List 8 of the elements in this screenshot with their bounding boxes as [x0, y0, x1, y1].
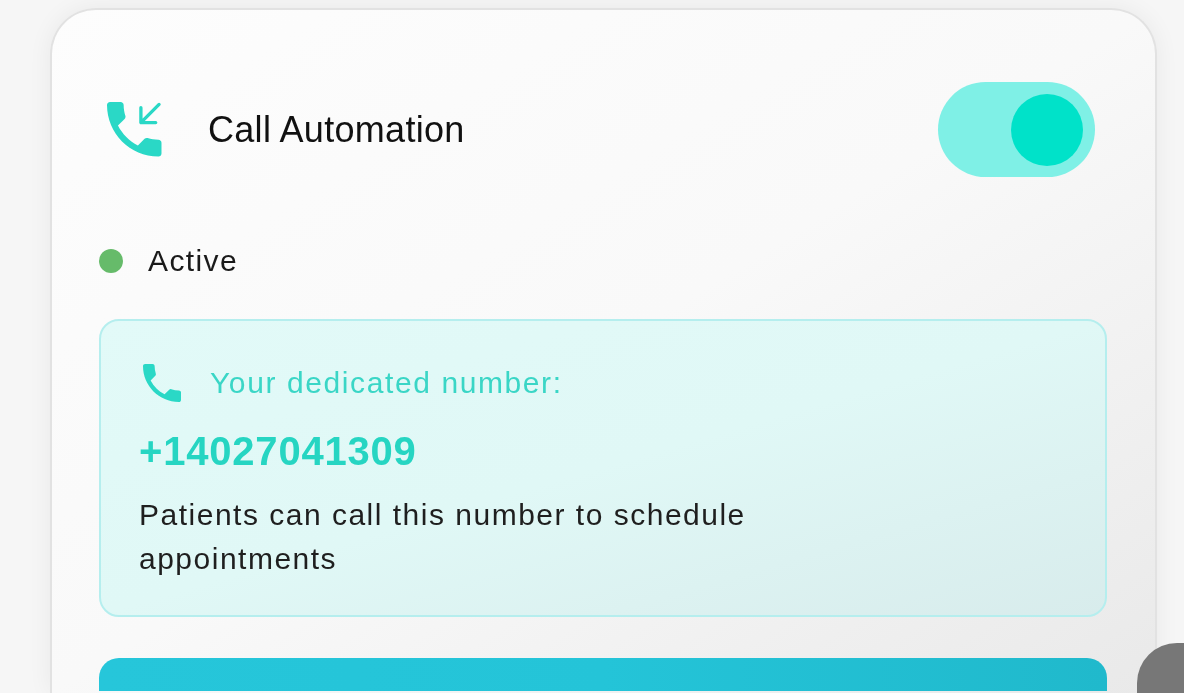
incoming-call-icon — [107, 101, 163, 158]
number-description: Patients can call this number to schedule appointments — [139, 497, 747, 577]
phone-icon — [143, 364, 181, 402]
status-label: Active — [148, 243, 239, 279]
card-title: Call Automation — [208, 107, 465, 152]
action-button[interactable] — [99, 658, 1107, 691]
phone-number: +14027041309 — [139, 428, 417, 475]
number-label: Your dedicated number: — [210, 365, 563, 401]
